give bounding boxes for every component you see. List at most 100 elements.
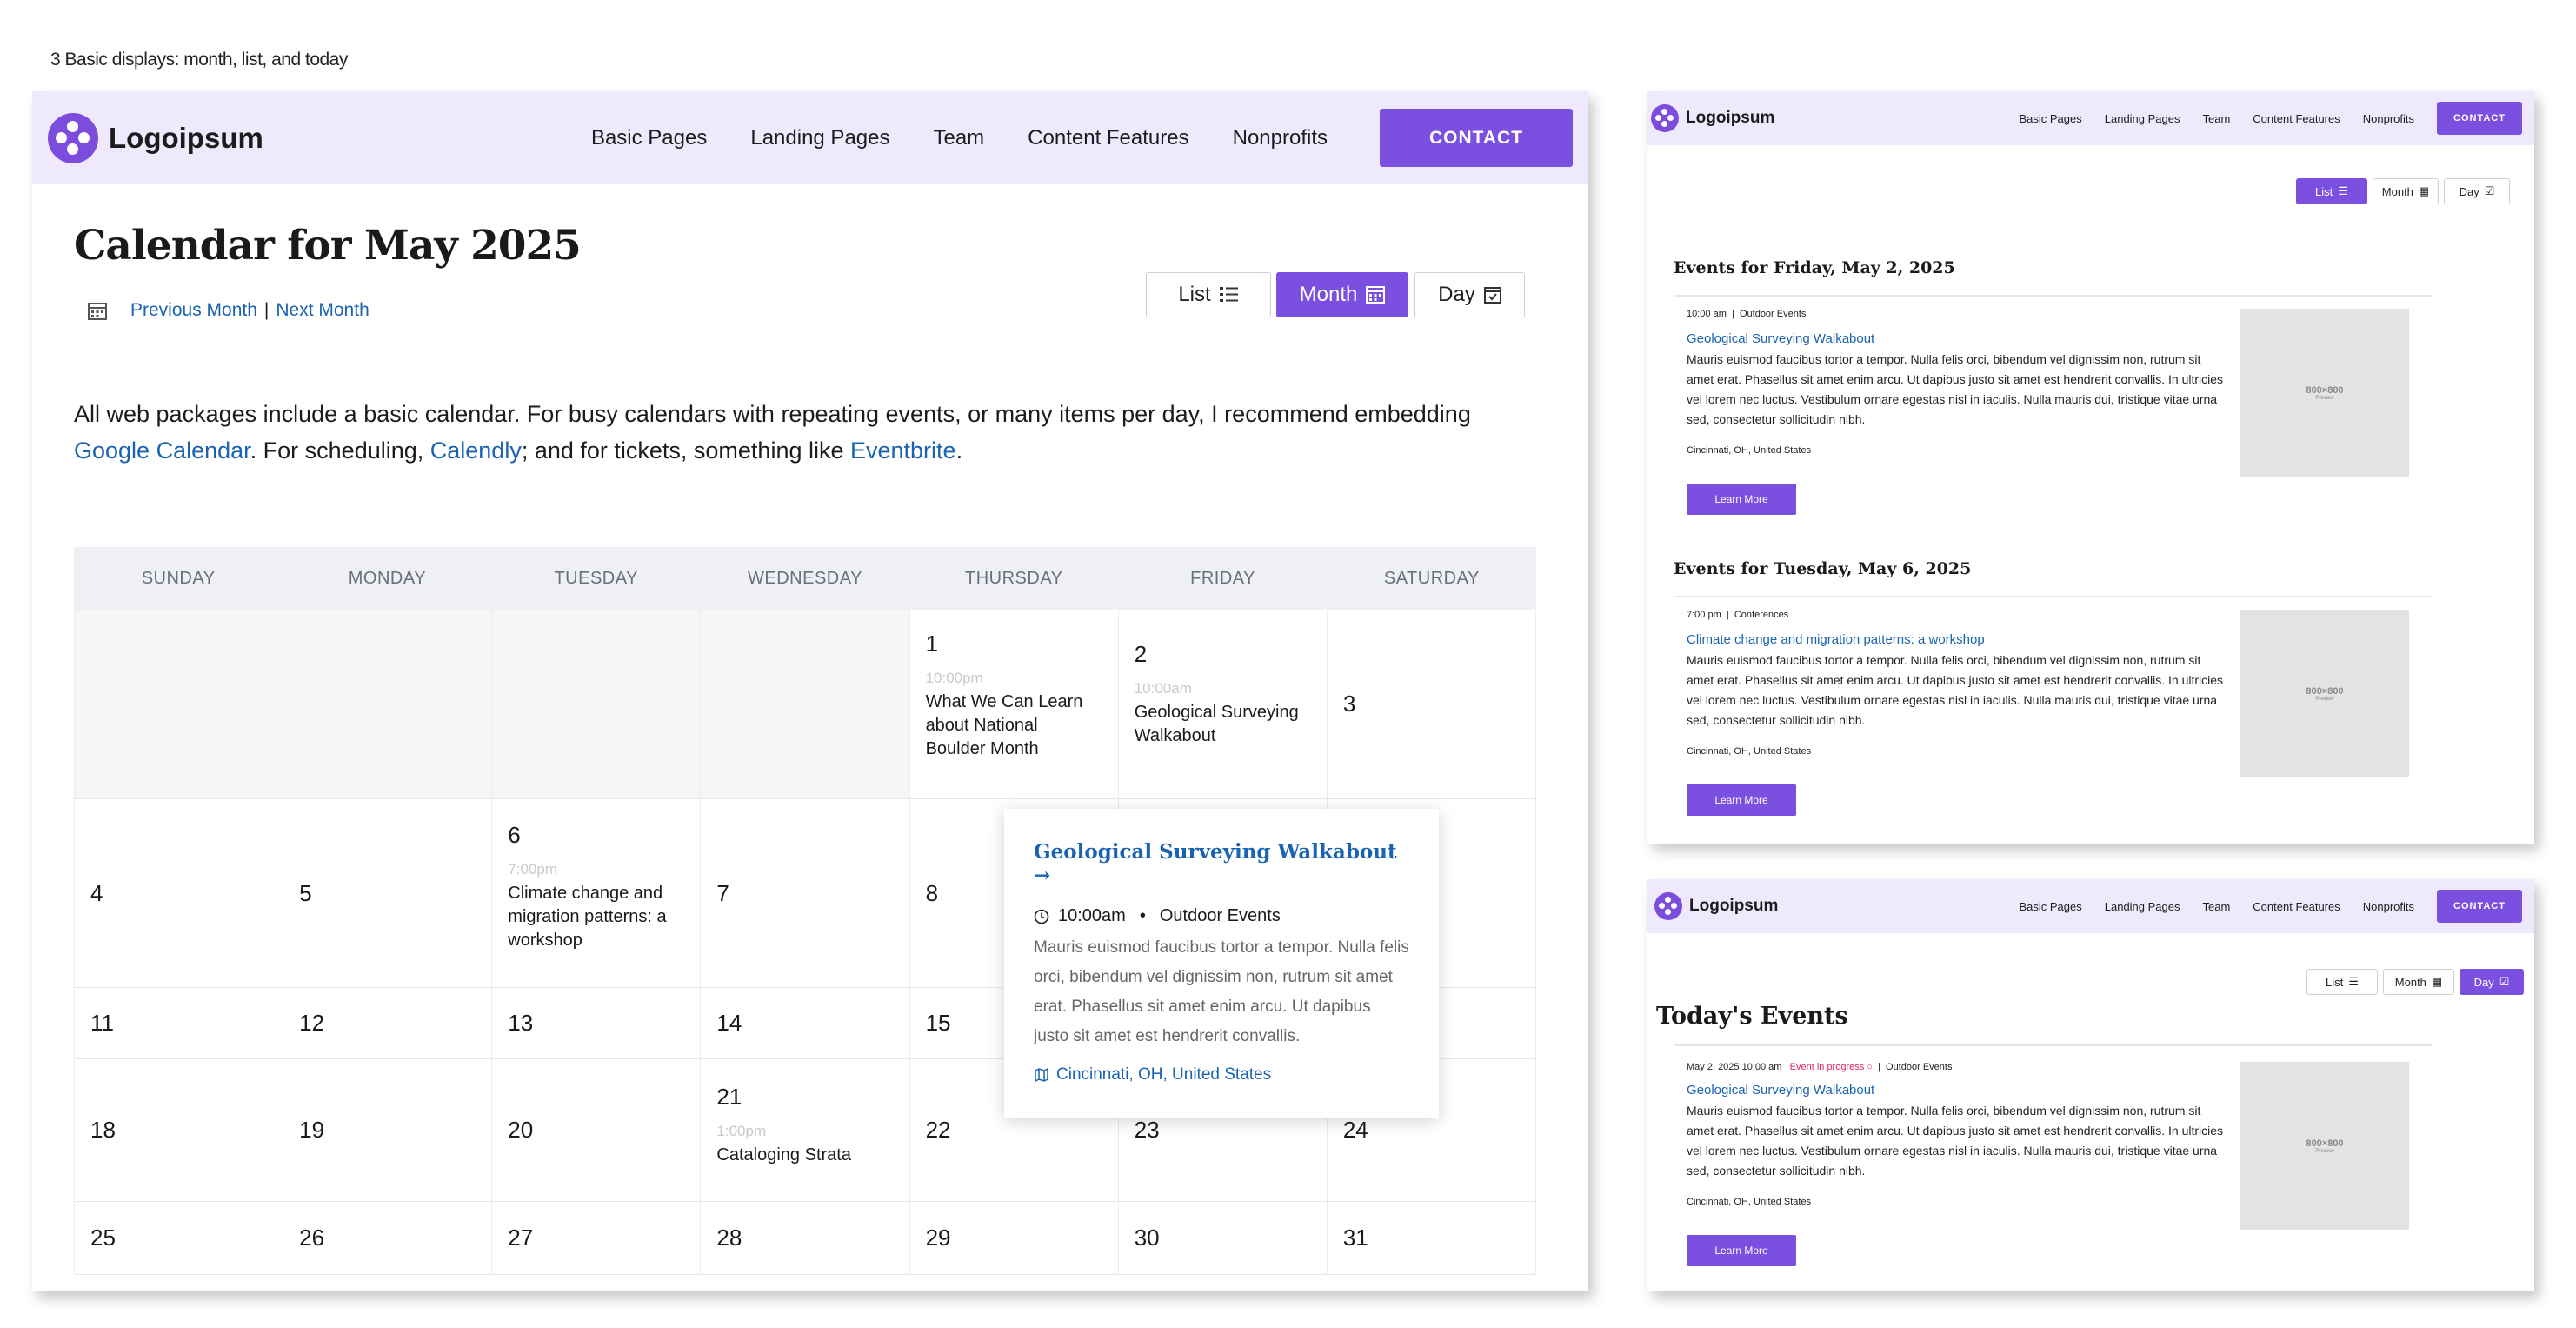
eventbrite-link[interactable]: Eventbrite (850, 437, 956, 464)
nav-basic-pages[interactable]: Basic Pages (2019, 900, 2081, 913)
view-day-button[interactable]: Day (1414, 272, 1525, 317)
view-month-label: Month (2381, 184, 2413, 198)
event-time: May 2, 2025 10:00 am (1687, 1062, 1782, 1072)
day-cell[interactable]: 7 (701, 799, 910, 987)
day-number: 19 (299, 1117, 325, 1143)
day-cell[interactable]: 4 (74, 799, 284, 987)
view-month-button[interactable]: Month (1276, 272, 1408, 317)
logo[interactable]: Logoipsum (48, 112, 263, 163)
intro-text: . For scheduling, (250, 437, 430, 464)
day-number: 26 (299, 1225, 325, 1251)
view-month-button[interactable]: Month ▦ (2383, 969, 2454, 995)
main-nav: Basic Pages Landing Pages Team Content F… (2019, 102, 2522, 135)
day-number: 5 (299, 879, 312, 906)
event-title[interactable]: What We Can Learn about National Boulder… (926, 691, 1102, 761)
nav-nonprofits[interactable]: Nonprofits (2363, 112, 2414, 125)
logo-text: Logoipsum (109, 121, 263, 154)
event-title-link[interactable]: Geological Surveying Walkabout (1687, 331, 2226, 346)
day-cell[interactable]: 20 (492, 1059, 702, 1201)
nav-content-features[interactable]: Content Features (1028, 126, 1188, 150)
popover-event-title[interactable]: Geological Surveying Walkabout → (1034, 840, 1409, 887)
view-month-button[interactable]: Month ▦ (2373, 178, 2439, 204)
day-cell[interactable]: 31 (1328, 1202, 1536, 1274)
day-cell[interactable]: 12 (283, 988, 493, 1058)
event-image-placeholder: 800×800 Preview (2240, 610, 2409, 777)
day-cell[interactable]: 19 (283, 1059, 493, 1201)
event-time: 10:00am (1134, 680, 1192, 697)
popover-location[interactable]: Cincinnati, OH, United States (1034, 1065, 1409, 1084)
learn-more-button[interactable]: Learn More (1687, 484, 1796, 515)
day-cell[interactable]: 11 (74, 988, 284, 1058)
nav-basic-pages[interactable]: Basic Pages (2019, 112, 2081, 125)
logo-icon (1651, 104, 1679, 132)
day-cell[interactable]: 29 (910, 1202, 1119, 1274)
day-cell[interactable]: 14 (701, 988, 910, 1058)
contact-button[interactable]: CONTACT (2437, 890, 2522, 923)
logo[interactable]: Logoipsum (1651, 104, 1774, 132)
day-cell[interactable]: 25 (74, 1202, 284, 1274)
event-title[interactable]: Climate change and migration patterns: a… (508, 882, 684, 952)
day-cell[interactable]: 5 (283, 799, 493, 987)
view-list-button[interactable]: List ☰ (2306, 969, 2378, 995)
day-cell[interactable]: 6 7:00pm Climate change and migration pa… (492, 799, 702, 987)
calendly-link[interactable]: Calendly (430, 437, 522, 464)
nav-landing-pages[interactable]: Landing Pages (750, 126, 889, 150)
nav-content-features[interactable]: Content Features (2253, 112, 2340, 125)
event-title-link[interactable]: Geological Surveying Walkabout (1687, 1083, 2226, 1098)
contact-button[interactable]: CONTACT (2437, 102, 2522, 135)
event-time: 7:00pm (508, 861, 557, 878)
event-title-link[interactable]: Climate change and migration patterns: a… (1687, 632, 2226, 647)
nav-team[interactable]: Team (2203, 112, 2231, 125)
previous-month-link[interactable]: Previous Month (130, 300, 257, 321)
nav-team[interactable]: Team (2203, 900, 2231, 913)
day-cell[interactable]: 27 (492, 1202, 702, 1274)
nav-team[interactable]: Team (933, 126, 984, 150)
view-day-button[interactable]: Day ☑ (2460, 969, 2524, 995)
day-cell[interactable]: 1 10:00pm What We Can Learn about Nation… (910, 610, 1119, 798)
event-category: Conferences (1734, 610, 1789, 620)
calendar-check-icon (1483, 287, 1501, 304)
view-list-button[interactable]: List ☰ (2296, 178, 2367, 204)
logo-icon (48, 112, 98, 163)
intro-text: All web packages include a basic calenda… (74, 401, 1471, 427)
calendar-check-icon: ☑ (2499, 975, 2510, 988)
view-day-label: Day (2459, 184, 2479, 198)
day-cell[interactable]: 30 (1119, 1202, 1328, 1274)
view-list-button[interactable]: List (1146, 272, 1271, 317)
day-number: 20 (508, 1117, 534, 1143)
day-cell[interactable]: 26 (283, 1202, 493, 1274)
day-number: 4 (90, 879, 103, 906)
nav-landing-pages[interactable]: Landing Pages (2105, 900, 2180, 913)
weekday-header: SUNDAY MONDAY TUESDAY WEDNESDAY THURSDAY… (74, 547, 1536, 610)
month-pager: Previous Month | Next Month (87, 300, 369, 321)
day-cell[interactable]: 21 1:00pm Cataloging Strata (701, 1059, 910, 1201)
nav-landing-pages[interactable]: Landing Pages (2105, 112, 2180, 125)
nav-nonprofits[interactable]: Nonprofits (2363, 900, 2414, 913)
pager-separator: | (263, 300, 270, 320)
nav-content-features[interactable]: Content Features (2253, 900, 2340, 913)
day-cell[interactable]: 13 (492, 988, 702, 1058)
day-cell[interactable]: 18 (74, 1059, 284, 1201)
learn-more-button[interactable]: Learn More (1687, 1235, 1796, 1266)
learn-more-button[interactable]: Learn More (1687, 784, 1796, 816)
event-title[interactable]: Cataloging Strata (716, 1144, 893, 1167)
day-cell[interactable]: 2 10:00am Geological Surveying Walkabout (1119, 610, 1328, 798)
day-cell[interactable]: 3 (1328, 610, 1536, 798)
event-category: Outdoor Events (1739, 309, 1807, 319)
contact-button[interactable]: CONTACT (1380, 109, 1573, 167)
day-cell[interactable]: 28 (701, 1202, 910, 1274)
day-number: 24 (1342, 1117, 1368, 1143)
view-list-label: List (2326, 975, 2344, 989)
next-month-link[interactable]: Next Month (276, 300, 369, 321)
image-size-label: 800×800 (2306, 384, 2344, 396)
day-heading: Events for Tuesday, May 6, 2025 (1674, 559, 1972, 578)
view-day-button[interactable]: Day ☑ (2444, 178, 2510, 204)
google-calendar-link[interactable]: Google Calendar (74, 437, 250, 464)
nav-basic-pages[interactable]: Basic Pages (591, 126, 707, 150)
day-number: 12 (299, 1010, 325, 1036)
weekday-label: WEDNESDAY (748, 568, 862, 588)
weekday-label: THURSDAY (965, 568, 1063, 588)
nav-nonprofits[interactable]: Nonprofits (1233, 126, 1328, 150)
event-title[interactable]: Geological Surveying Walkabout (1135, 701, 1311, 748)
logo[interactable]: Logoipsum (1654, 892, 1778, 920)
